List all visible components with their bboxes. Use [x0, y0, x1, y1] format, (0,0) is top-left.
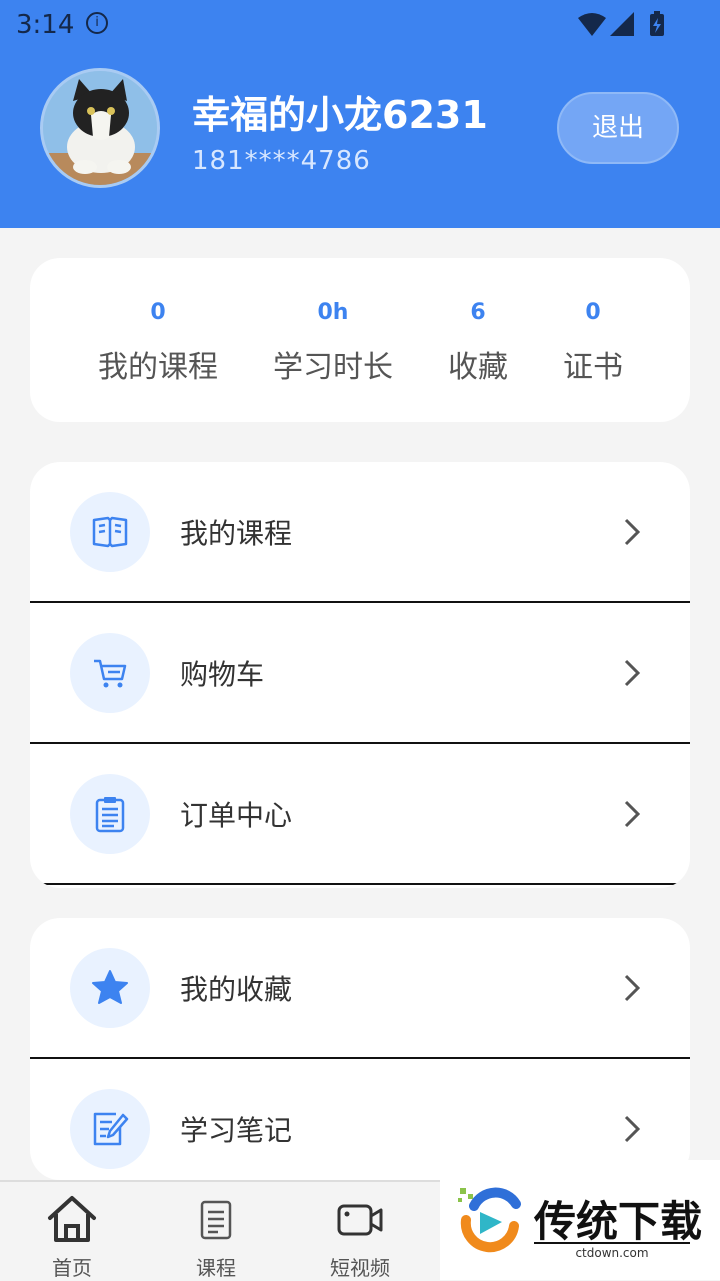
chevron-right-icon: [624, 974, 641, 1002]
status-time: 3:14: [16, 10, 75, 40]
info-icon: i: [86, 12, 108, 34]
stat-value: 0: [585, 300, 601, 325]
stat-certificates[interactable]: 0 证书: [563, 300, 623, 386]
stat-study-time[interactable]: 0h 学习时长: [273, 300, 393, 386]
chevron-right-icon: [624, 1115, 641, 1143]
watermark-title: 传统下载: [534, 1197, 703, 1246]
menu-item-label: 学习笔记: [180, 1114, 293, 1147]
menu-item-label: 我的收藏: [180, 973, 293, 1006]
course-list-icon: [200, 1200, 232, 1240]
note-edit-icon: [93, 1112, 129, 1146]
profile-header: 3:14 i 幸福的小龙6231 181****4786 退出: [0, 0, 720, 228]
menu-item-my-courses[interactable]: 我的课程: [30, 462, 690, 603]
menu-icon-bg: [70, 633, 150, 713]
chevron-right-icon: [624, 659, 641, 687]
chevron-right-icon: [624, 800, 641, 828]
stat-value: 0: [150, 300, 166, 325]
book-icon: [92, 516, 128, 548]
signal-icon: [610, 12, 634, 36]
menu-card-1: 我的课程 购物车 订单中心: [30, 462, 690, 888]
tab-label: 短视频: [330, 1256, 390, 1280]
username: 幸福的小龙6231: [192, 93, 488, 137]
logout-button[interactable]: 退出: [557, 92, 679, 164]
stat-favorites[interactable]: 6 收藏: [448, 300, 508, 386]
menu-item-label: 订单中心: [180, 799, 293, 832]
tab-courses[interactable]: 课程: [161, 1194, 271, 1281]
chevron-right-icon: [624, 518, 641, 546]
stat-label: 我的课程: [98, 350, 218, 385]
stat-label: 学习时长: [273, 350, 393, 385]
video-camera-icon: [337, 1204, 383, 1236]
watermark-url: ctdown.com: [534, 1242, 690, 1260]
stat-label: 收藏: [448, 350, 508, 385]
stat-value: 0h: [317, 300, 349, 325]
menu-item-favorites[interactable]: 我的收藏: [30, 918, 690, 1059]
tab-label: 课程: [196, 1256, 236, 1280]
clipboard-icon: [95, 797, 125, 833]
menu-item-cart[interactable]: 购物车: [30, 603, 690, 744]
tab-short-video[interactable]: 短视频: [305, 1194, 415, 1281]
stats-card: 0 我的课程 0h 学习时长 6 收藏 0 证书: [30, 258, 690, 422]
wifi-icon: [578, 13, 606, 36]
watermark-logo: [458, 1187, 521, 1253]
menu-icon-bg: [70, 774, 150, 854]
menu-icon-bg: [70, 492, 150, 572]
cart-icon: [94, 659, 127, 688]
status-bar: 3:14 i: [0, 0, 720, 50]
menu-item-label: 我的课程: [180, 517, 293, 550]
tab-home[interactable]: 首页: [17, 1194, 127, 1281]
menu-icon-bg: [70, 1089, 150, 1169]
avatar[interactable]: [40, 68, 160, 188]
battery-icon: [650, 11, 664, 36]
stat-value: 6: [470, 300, 486, 325]
bottom-tab-bar: 首页 课程 短视频: [0, 1180, 440, 1280]
stat-label: 证书: [563, 350, 623, 385]
home-icon: [48, 1196, 96, 1242]
watermark: 传统下载 ctdown.com: [440, 1160, 720, 1280]
menu-icon-bg: [70, 948, 150, 1028]
tab-label: 首页: [52, 1256, 92, 1280]
status-icons: [576, 10, 668, 42]
stat-my-courses[interactable]: 0 我的课程: [98, 300, 218, 386]
menu-item-label: 购物车: [180, 658, 265, 691]
menu-card-2: 我的收藏 学习笔记: [30, 918, 690, 1180]
menu-item-orders[interactable]: 订单中心: [30, 744, 690, 885]
star-icon: [92, 970, 128, 1004]
phone-number: 181****4786: [192, 146, 371, 176]
